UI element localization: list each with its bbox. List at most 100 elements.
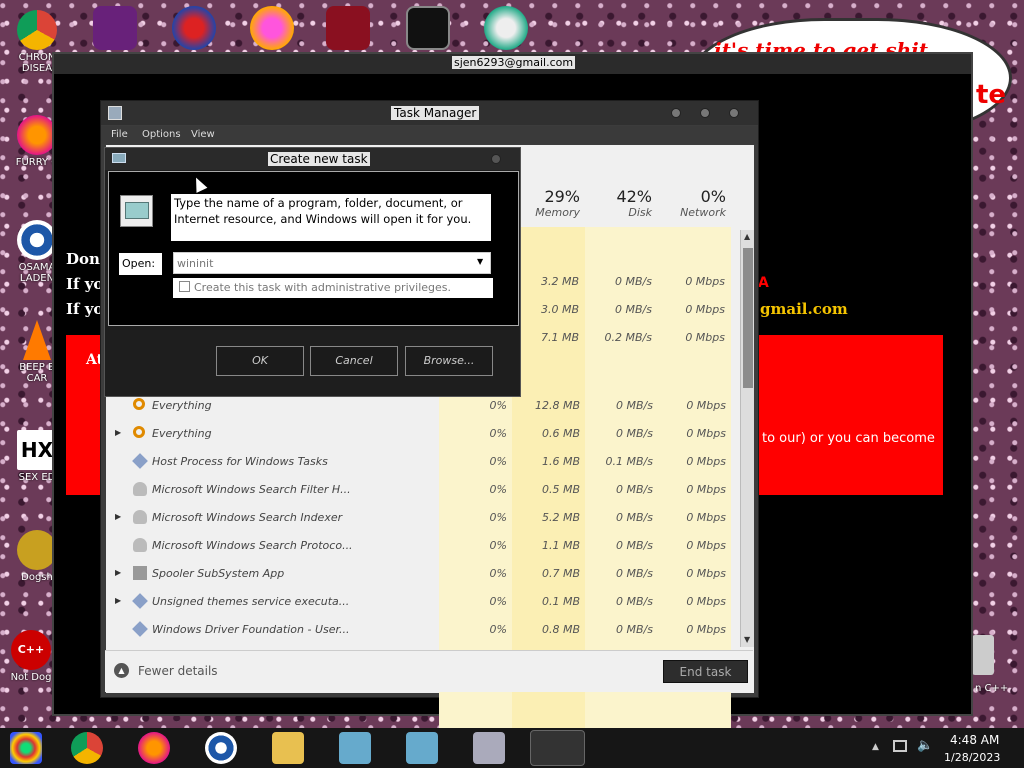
ransom-line-3: If yo xyxy=(66,300,104,318)
ransom-line-1: Don' xyxy=(66,250,105,268)
admin-checkbox[interactable] xyxy=(179,281,190,292)
cpu-value: 0% xyxy=(489,623,507,636)
disk-value: 0 MB/s xyxy=(616,623,653,636)
disk-value: 0 MB/s xyxy=(616,483,653,496)
process-row[interactable]: Windows Driver Foundation - User... 0% 0.8… xyxy=(105,616,726,644)
process-row[interactable]: ▶ Unsigned themes service executa... 0% 0.1… xyxy=(105,588,726,616)
taskbar-firefox-icon[interactable] xyxy=(138,732,170,764)
disk-percent: 42% xyxy=(616,187,652,206)
disk-value: 0 MB/s xyxy=(615,275,652,288)
taskbar-folder-icon[interactable] xyxy=(272,732,304,764)
ok-button[interactable]: OK xyxy=(216,346,304,376)
magnifier-icon xyxy=(133,426,145,438)
menu-options[interactable]: Options xyxy=(142,129,181,140)
net-value: 0 Mbps xyxy=(686,623,726,636)
taskbar-task-manager-icon[interactable] xyxy=(473,732,505,764)
network-icon[interactable] xyxy=(893,740,907,752)
menu-view[interactable]: View xyxy=(191,129,215,140)
game-2-icon[interactable] xyxy=(172,6,216,50)
process-row[interactable]: ▶ Microsoft Windows Search Indexer 0% 5.2 M… xyxy=(105,504,726,532)
dropdown-arrow-icon[interactable]: ▼ xyxy=(477,257,483,266)
col-disk[interactable]: 42% Disk xyxy=(585,187,652,219)
desktop-icon-label: Not Dog xyxy=(10,672,52,683)
close-button[interactable] xyxy=(729,108,739,118)
clock-date[interactable]: 1/28/2023 xyxy=(944,751,1000,764)
process-row[interactable]: Microsoft Windows Search Filter H... 0% 0.… xyxy=(105,476,726,504)
process-row[interactable]: Host Process for Windows Tasks 0% 1.6 MB 0.… xyxy=(105,448,726,476)
end-task-button[interactable]: End task xyxy=(663,660,748,683)
taskbar-run-icon[interactable] xyxy=(530,730,585,766)
taskbar-control-panel-icon[interactable] xyxy=(339,732,371,764)
task-manager-title: Task Manager xyxy=(391,106,480,120)
create-task-title: Create new task xyxy=(268,152,370,166)
scroll-up-arrow-icon[interactable]: ▲ xyxy=(744,232,750,241)
open-combobox[interactable]: ▼ xyxy=(173,252,491,274)
clock-time[interactable]: 4:48 AM xyxy=(950,733,999,747)
create-new-task-dialog[interactable]: Create new task Type the name of a progr… xyxy=(104,147,521,397)
network-value: 0 Mbps xyxy=(685,303,725,316)
ransom-right-email: gmail.com xyxy=(760,300,848,318)
person-icon xyxy=(133,538,147,552)
taskbar-control-panel-2-icon[interactable] xyxy=(406,732,438,764)
memory-label: Memory xyxy=(535,206,580,219)
expand-arrow-icon[interactable]: ▶ xyxy=(115,512,121,521)
admin-checkbox-label: Create this task with administrative pri… xyxy=(194,281,452,294)
expand-arrow-icon[interactable]: ▶ xyxy=(115,428,121,437)
net-value: 0 Mbps xyxy=(686,567,726,580)
cancel-button[interactable]: Cancel xyxy=(310,346,398,376)
mem-value: 1.1 MB xyxy=(541,539,580,552)
tray-chevron-up-icon[interactable]: ▲ xyxy=(872,742,879,752)
cpu-value: 0% xyxy=(489,595,507,608)
mem-value: 0.7 MB xyxy=(541,567,580,580)
process-row[interactable]: ▶ Spooler SubSystem App 0% 0.7 MB 0 MB/s 0 Mb… xyxy=(105,560,726,588)
bird-icon[interactable] xyxy=(326,6,370,50)
expand-arrow-icon[interactable]: ▶ xyxy=(115,596,121,605)
close-button[interactable] xyxy=(491,154,501,164)
net-value: 0 Mbps xyxy=(686,595,726,608)
desktop-icon-devcpp[interactable]: C++ Not Dog xyxy=(6,630,56,683)
ransom-right-a: A xyxy=(758,275,769,291)
taskbar-chrome-icon[interactable] xyxy=(71,732,103,764)
net-value: 0 Mbps xyxy=(686,399,726,412)
minimize-button[interactable] xyxy=(671,108,681,118)
process-row[interactable]: Microsoft Windows Search Protoco... 0% 1.1… xyxy=(105,532,726,560)
process-name: Microsoft Windows Search Indexer xyxy=(152,511,343,524)
col-memory[interactable]: 29% Memory xyxy=(512,187,580,219)
cloud-text-2: te xyxy=(976,80,1007,110)
volume-icon[interactable]: 🔈 xyxy=(917,738,933,753)
visual-studio-icon[interactable] xyxy=(93,6,137,50)
obama-logo-icon xyxy=(17,220,57,260)
taskbar-obama-icon[interactable] xyxy=(205,732,237,764)
admin-checkbox-row[interactable]: Create this task with administrative pri… xyxy=(173,278,493,298)
process-list-scrollbar[interactable]: ▲ ▼ xyxy=(740,230,754,647)
scrollbar-thumb[interactable] xyxy=(743,248,753,388)
browse-button[interactable]: Browse... xyxy=(405,346,493,376)
col-network[interactable]: 0% Network xyxy=(658,187,726,219)
create-task-titlebar[interactable]: Create new task xyxy=(105,148,520,170)
cpu-value: 0% xyxy=(489,427,507,440)
devcpp-icon: C++ xyxy=(11,630,51,670)
start-button[interactable] xyxy=(10,732,42,764)
ransom-window-titlebar[interactable]: sjen6293@gmail.com xyxy=(54,54,971,74)
network-label: Network xyxy=(680,206,726,219)
clown-icon[interactable] xyxy=(484,6,528,50)
process-row[interactable]: ▶ Everything 0% 0.6 MB 0 MB/s 0 Mbps xyxy=(105,420,726,448)
recycle-bin-icon[interactable] xyxy=(972,635,994,675)
ransom-right-body: to our) or you can become xyxy=(762,431,935,446)
open-input[interactable] xyxy=(174,253,470,273)
dog-icon xyxy=(17,530,57,570)
cmd-icon[interactable] xyxy=(406,6,450,50)
memory-percent: 29% xyxy=(544,187,580,206)
maximize-button[interactable] xyxy=(700,108,710,118)
magnifier-icon xyxy=(133,398,145,410)
expand-arrow-icon[interactable]: ▶ xyxy=(115,568,121,577)
run-program-icon xyxy=(120,195,153,227)
p-app-icon[interactable] xyxy=(250,6,294,50)
task-manager-titlebar[interactable]: Task Manager xyxy=(101,101,758,125)
scroll-down-arrow-icon[interactable]: ▼ xyxy=(744,635,750,644)
printer-icon xyxy=(133,566,147,580)
disk-value: 0 MB/s xyxy=(616,567,653,580)
menu-file[interactable]: File xyxy=(111,129,128,140)
desktop-icon-label: n C++ xyxy=(975,683,1009,694)
open-label: Open: xyxy=(119,253,162,275)
